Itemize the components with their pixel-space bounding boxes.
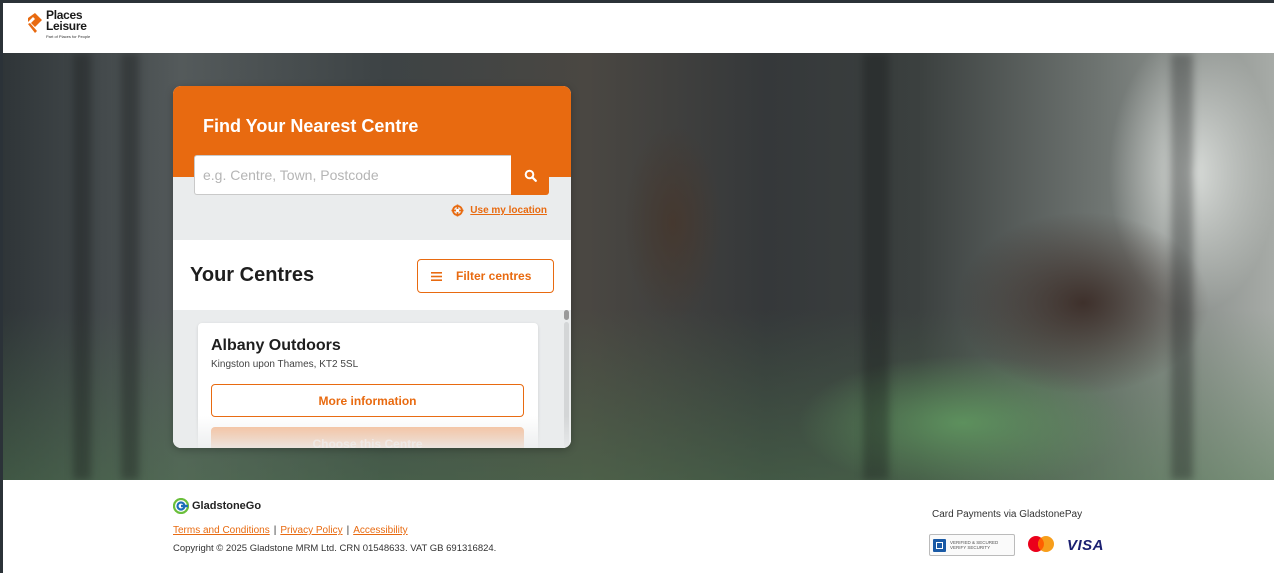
places-leisure-logo-icon xyxy=(28,13,42,33)
centre-search-input[interactable] xyxy=(194,155,512,195)
gladstone-logo-icon xyxy=(173,498,189,514)
search-button[interactable] xyxy=(511,155,549,195)
use-my-location-link[interactable]: Use my location xyxy=(451,204,547,217)
gladstonego-name: GladstoneGo xyxy=(192,500,262,512)
site-header: Places Leisure Part of Places for People xyxy=(3,3,1274,53)
accessibility-link[interactable]: Accessibility xyxy=(353,525,407,536)
logo-text-leisure: Leisure xyxy=(46,19,87,33)
link-separator: | xyxy=(273,525,277,536)
badge-text-2: VERIFY SECURITY xyxy=(950,545,991,550)
use-my-location-label: Use my location xyxy=(470,205,547,216)
secure-badge: VERIFIED & SECURED VERIFY SECURITY xyxy=(929,534,1015,556)
list-scrollbar-track[interactable] xyxy=(564,322,569,448)
hero-bg-stripe xyxy=(1171,53,1193,480)
your-centres-heading: Your Centres xyxy=(190,264,315,286)
more-information-label: More information xyxy=(318,393,417,408)
visa-icon: VISA xyxy=(1067,536,1105,554)
filter-lines-icon xyxy=(431,271,442,281)
privacy-policy-link[interactable]: Privacy Policy xyxy=(280,525,342,536)
places-leisure-logo[interactable]: Places Leisure Part of Places for People xyxy=(27,9,91,41)
filter-centres-button[interactable]: Filter centres xyxy=(417,259,554,293)
copyright-text: Copyright © 2025 Gladstone MRM Ltd. CRN … xyxy=(173,543,497,554)
page: Places Leisure Part of Places for People… xyxy=(3,3,1274,573)
link-separator: | xyxy=(346,525,350,536)
payment-logos: VERIFIED & SECURED VERIFY SECURITY VISA xyxy=(929,534,1104,556)
card-payments-label: Card Payments via GladstonePay xyxy=(932,509,1083,520)
choose-centre-button[interactable]: Choose this Centre xyxy=(211,427,524,448)
centre-list-item: Albany Outdoors Kingston upon Thames, KT… xyxy=(198,323,538,448)
crosshair-icon xyxy=(451,204,464,217)
centre-name: Albany Outdoors xyxy=(211,337,341,354)
logo-subtitle: Part of Places for People xyxy=(46,34,91,39)
finder-title: Find Your Nearest Centre xyxy=(203,116,419,136)
mastercard-icon xyxy=(1028,536,1054,552)
hero-bg-stripe xyxy=(863,53,889,480)
centre-address: Kingston upon Thames, KT2 5SL xyxy=(211,359,359,370)
more-information-button[interactable]: More information xyxy=(211,384,524,417)
gladstonego-brand: GladstoneGo xyxy=(173,498,261,514)
hero-background-image: Find Your Nearest Centre Use my location xyxy=(3,53,1274,480)
search-icon xyxy=(524,169,537,182)
hero-bg-stripe xyxy=(73,53,91,480)
secure-badge-icon xyxy=(933,538,946,552)
footer-links: Terms and Conditions | Privacy Policy | Acce… xyxy=(173,525,408,536)
terms-link[interactable]: Terms and Conditions xyxy=(173,525,270,536)
site-footer: GladstoneGo Terms and Conditions | Privacy… xyxy=(3,480,1274,573)
hero-bg-stripe xyxy=(121,53,139,480)
centre-finder-panel: Find Your Nearest Centre Use my location xyxy=(173,86,571,448)
filter-centres-label: Filter centres xyxy=(456,269,532,283)
list-scrollbar-thumb[interactable] xyxy=(564,310,569,320)
choose-centre-label: Choose this Centre xyxy=(312,436,423,449)
